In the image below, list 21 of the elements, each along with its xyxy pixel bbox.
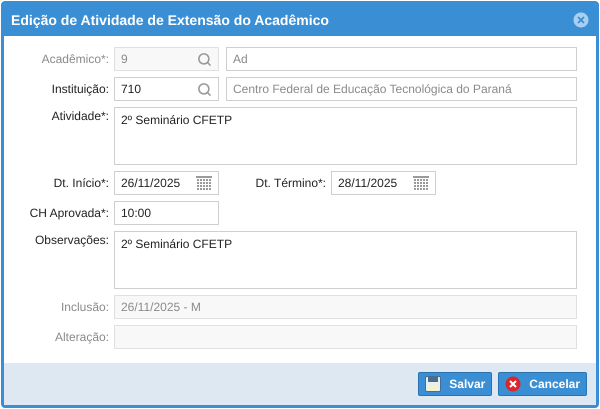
field-label: Dt. Início*: [52,175,110,192]
search-icon[interactable] [197,82,212,96]
window-title: Edição de Atividade de Extensão do Acadêmico [11,10,329,30]
calendar-icon[interactable] [196,176,212,190]
field-label: Observações: [34,232,110,249]
field-label: Alteração: [54,329,110,346]
cancel-icon [505,376,522,392]
field-label: Acadêmico*: [40,51,110,68]
field-label: Dt. Término*: [254,175,327,192]
calendar-icon[interactable] [413,176,429,190]
text-area[interactable]: 2º Seminário CFETP [114,231,577,289]
input-field[interactable]: 710 [114,77,219,101]
field-label: Inclusão: [60,299,110,316]
field-label: Instituição: [50,81,110,98]
date-field[interactable]: 28/11/2025 [331,171,436,195]
input-field[interactable]: 10:00 [114,201,219,225]
field-label: CH Aprovada*: [28,205,110,222]
field-label: Atividade*: [50,108,110,125]
date-field[interactable]: 26/11/2025 [114,171,219,195]
text-area[interactable]: 2º Seminário CFETP [114,107,577,165]
close-icon[interactable] [573,12,589,28]
